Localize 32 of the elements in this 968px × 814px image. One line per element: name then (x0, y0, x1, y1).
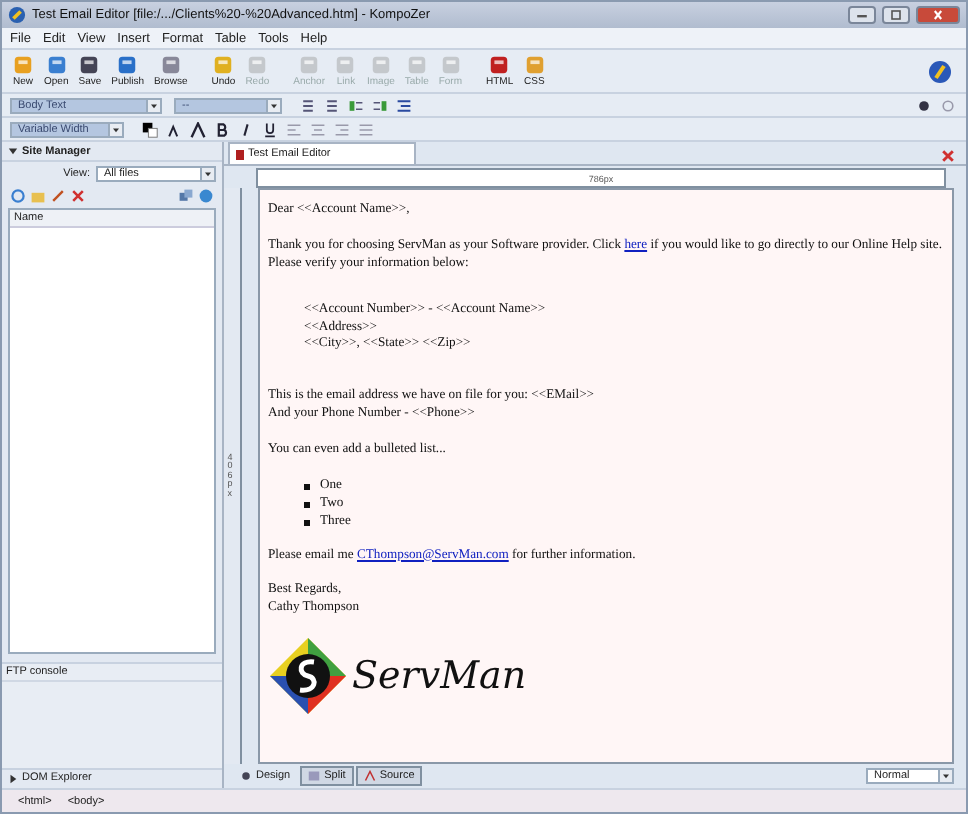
maximize-button[interactable] (882, 6, 910, 24)
indent-icon[interactable] (372, 97, 388, 113)
font-smaller-icon[interactable] (166, 121, 182, 137)
app-logo-icon (8, 6, 26, 24)
list-icon[interactable] (300, 97, 316, 113)
windows-icon[interactable] (178, 188, 194, 205)
close-button[interactable] (916, 6, 960, 24)
close-icon[interactable] (940, 148, 956, 164)
bullet-icon (304, 519, 310, 526)
delete-icon[interactable] (70, 188, 86, 205)
maximize-icon (888, 10, 904, 20)
logo-drawing (268, 636, 348, 717)
bullet-icon (304, 483, 310, 490)
italic-icon[interactable] (238, 121, 254, 137)
dropdown-arrow-icon[interactable] (938, 770, 952, 782)
dropdown-arrow-icon[interactable] (146, 99, 160, 111)
align-icon[interactable] (396, 97, 412, 113)
dropdown-arrow-icon[interactable] (200, 168, 214, 181)
dropdown-arrow-icon[interactable] (266, 99, 280, 111)
minimize-button[interactable] (848, 6, 876, 24)
dropdown-arrow-icon[interactable] (108, 123, 122, 135)
text-color-icon[interactable] (142, 121, 158, 137)
bullet-icon (304, 501, 310, 508)
close-icon (930, 10, 946, 20)
list-icon[interactable] (324, 97, 340, 113)
collapse-arrow-icon[interactable] (8, 146, 18, 157)
font-larger-icon[interactable] (190, 121, 206, 137)
bold-icon[interactable] (214, 121, 230, 137)
expand-arrow-icon[interactable] (8, 773, 18, 784)
minimize-icon (854, 10, 870, 20)
underline-icon[interactable] (262, 121, 278, 137)
outdent-icon[interactable] (348, 97, 364, 113)
